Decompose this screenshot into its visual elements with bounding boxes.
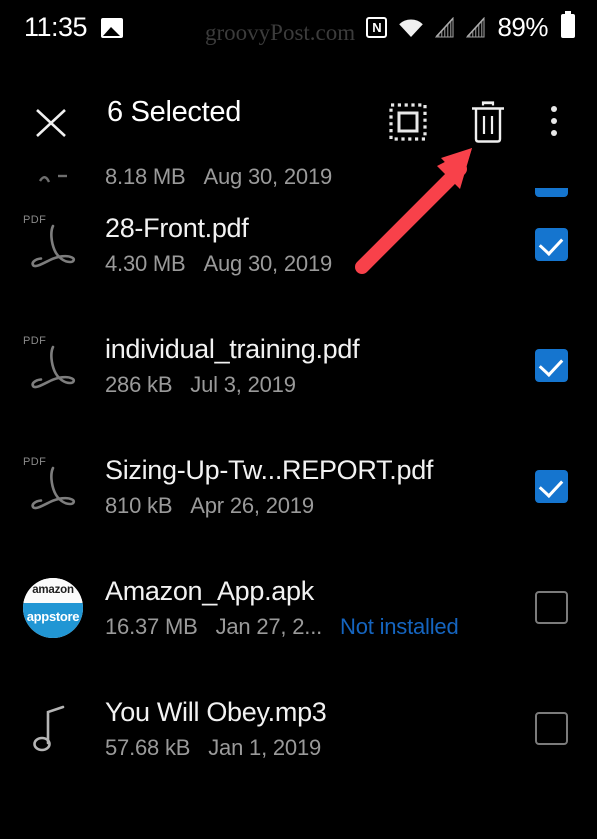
file-info: Amazon_App.apk 16.37 MB Jan 27, 2... Not… <box>90 576 505 640</box>
amazon-appstore-icon-graphic: amazon appstore <box>23 577 83 638</box>
file-date: Apr 26, 2019 <box>190 492 314 518</box>
file-size: 57.68 kB <box>105 734 191 760</box>
checkbox-checked[interactable] <box>534 228 568 261</box>
file-name: 28-Front.pdf <box>105 212 249 243</box>
select-all-icon[interactable] <box>388 103 428 141</box>
nfc-icon: N <box>366 17 388 38</box>
overflow-dot <box>551 118 557 124</box>
file-name: individual_training.pdf <box>105 333 360 364</box>
file-name: You Will Obey.mp3 <box>105 696 327 727</box>
selection-count-title: 6 Selected <box>107 96 242 128</box>
file-name: Sizing-Up-Tw...REPORT.pdf <box>105 454 434 485</box>
file-size: 4.30 MB <box>105 250 186 276</box>
wifi-icon <box>398 18 424 38</box>
table-row[interactable]: You Will Obey.mp3 57.68 kB Jan 1, 2019 <box>0 668 597 789</box>
file-list[interactable]: 8.18 MB Aug 30, 2019 PDF 28-Front.pdf 4.… <box>0 154 597 839</box>
table-row[interactable]: amazon appstore Amazon_App.apk 16.37 MB … <box>0 547 597 668</box>
checkbox-unchecked[interactable] <box>534 712 568 745</box>
signal-off-icon <box>435 16 455 38</box>
signal-off-icon <box>466 16 486 38</box>
pdf-icon-graphic: PDF <box>20 454 86 520</box>
battery-icon <box>559 11 577 44</box>
appstore-wordmark: appstore <box>26 608 80 624</box>
image-icon <box>101 17 124 38</box>
table-row[interactable]: PDF individual_training.pdf 286 kB Jul 3… <box>0 305 597 426</box>
file-date: Jan 27, 2... <box>215 613 323 639</box>
file-meta-row: 4.30 MB Aug 30, 2019 <box>105 251 505 277</box>
file-size: 286 kB <box>105 371 173 397</box>
status-bar-left: 11:35 <box>24 12 124 43</box>
file-checkbox[interactable] <box>505 470 597 503</box>
pdf-icon-label: PDF <box>23 334 47 347</box>
checkbox-checked[interactable] <box>534 349 568 382</box>
table-row[interactable]: PDF Sizing-Up-Tw...REPORT.pdf 810 kB Apr… <box>0 426 597 547</box>
pdf-icon-label: PDF <box>23 455 47 468</box>
overflow-dot <box>551 130 557 136</box>
pdf-icon-graphic: PDF <box>20 333 86 399</box>
file-checkbox[interactable] <box>505 349 597 382</box>
music-note-icon-graphic <box>26 699 80 759</box>
music-note-icon <box>16 668 90 789</box>
file-meta-row: 16.37 MB Jan 27, 2... Not installed <box>105 614 505 640</box>
amazon-wordmark: amazon <box>32 584 74 597</box>
pdf-icon: PDF <box>16 305 90 426</box>
file-size: 16.37 MB <box>105 613 198 639</box>
file-info: Sizing-Up-Tw...REPORT.pdf 810 kB Apr 26,… <box>90 455 505 519</box>
pdf-icon-graphic: PDF <box>20 212 86 278</box>
file-name: Amazon_App.apk <box>105 575 314 606</box>
checkbox-unchecked[interactable] <box>534 591 568 624</box>
file-checkbox[interactable] <box>505 591 597 624</box>
delete-icon[interactable] <box>467 99 509 145</box>
file-meta-row: 57.68 kB Jan 1, 2019 <box>105 735 505 761</box>
selection-action-bar: 6 Selected <box>0 92 597 154</box>
close-selection-button[interactable] <box>31 98 71 144</box>
pdf-icon-label: PDF <box>23 213 47 226</box>
status-bar-right: N 89% <box>366 0 577 55</box>
file-size: 810 kB <box>105 492 173 518</box>
file-meta-row: 810 kB Apr 26, 2019 <box>105 493 505 519</box>
file-date: Jul 3, 2019 <box>190 371 296 397</box>
file-info: individual_training.pdf 286 kB Jul 3, 20… <box>90 334 505 398</box>
file-checkbox[interactable] <box>505 228 597 261</box>
table-row[interactable]: PDF 28-Front.pdf 4.30 MB Aug 30, 2019 <box>0 184 597 305</box>
install-status-label: Not installed <box>340 613 459 639</box>
battery-percent-label: 89% <box>497 12 548 42</box>
pdf-icon: PDF <box>16 184 90 305</box>
file-date: Jan 1, 2019 <box>208 734 322 760</box>
amazon-appstore-icon: amazon appstore <box>16 547 90 668</box>
phone-screen: 11:35 N 89% groovyPost.com 6 Selected 8.… <box>0 0 597 839</box>
amazon-icon-top: amazon <box>23 577 83 603</box>
more-options-icon[interactable] <box>540 98 568 144</box>
file-checkbox[interactable] <box>505 173 597 197</box>
overflow-dot <box>551 106 557 112</box>
checkbox-checked[interactable] <box>534 470 568 503</box>
file-info: 28-Front.pdf 4.30 MB Aug 30, 2019 <box>90 213 505 277</box>
watermark: groovyPost.com <box>205 20 356 45</box>
file-checkbox[interactable] <box>505 712 597 745</box>
pdf-icon: PDF <box>16 426 90 547</box>
file-info: You Will Obey.mp3 57.68 kB Jan 1, 2019 <box>90 697 505 761</box>
amazon-icon-bottom: appstore <box>23 602 83 638</box>
file-meta-row: 286 kB Jul 3, 2019 <box>105 372 505 398</box>
status-bar-clock: 11:35 <box>24 12 88 42</box>
file-date: Aug 30, 2019 <box>203 250 333 276</box>
